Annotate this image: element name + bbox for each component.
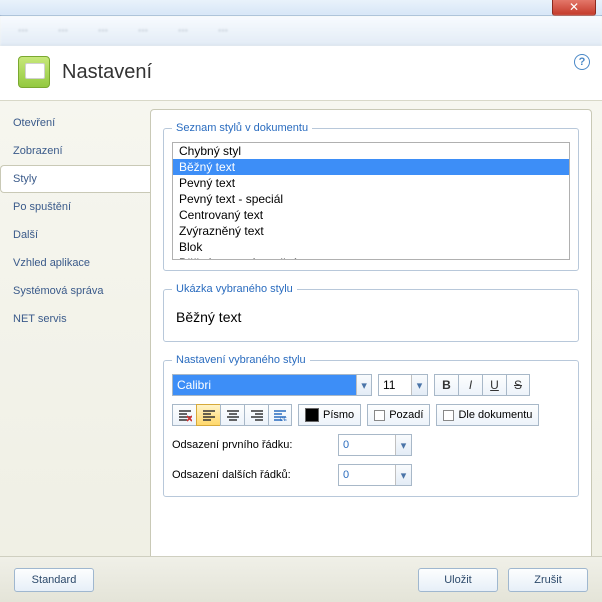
- close-button[interactable]: ✕: [552, 0, 596, 16]
- styles-list-fieldset: Seznam stylů v dokumentu Chybný styl Běž…: [163, 122, 579, 271]
- align-right-button[interactable]: [244, 404, 268, 426]
- svg-text:DEF: DEF: [280, 417, 287, 422]
- indent-first-label: Odsazení prvního řádku:: [172, 439, 332, 451]
- indent-other-value: 0: [339, 469, 395, 481]
- underline-button[interactable]: U: [482, 374, 506, 396]
- save-button[interactable]: Uložit: [418, 568, 498, 592]
- align-center-icon: [226, 408, 240, 422]
- indent-other-label: Odsazení dalších řádků:: [172, 469, 332, 481]
- strike-button[interactable]: S: [506, 374, 530, 396]
- style-preview-fieldset: Ukázka vybraného stylu Běžný text: [163, 283, 579, 342]
- sidebar-item-systemova[interactable]: Systémová správa: [0, 277, 151, 305]
- dialog-header: Nastavení ?: [0, 46, 602, 101]
- align-default-icon: DEF: [273, 408, 287, 422]
- help-icon[interactable]: ?: [574, 54, 590, 70]
- styles-listbox[interactable]: Chybný styl Běžný text Pevný text Pevný …: [172, 142, 570, 260]
- indent-first-spinner[interactable]: 0 ▾: [338, 434, 412, 456]
- style-row[interactable]: Zvýrazněný text: [173, 223, 569, 239]
- standard-button[interactable]: Standard: [14, 568, 94, 592]
- align-leftx-button[interactable]: [172, 404, 196, 426]
- dialog-footer: Standard Uložit Zrušit: [0, 556, 602, 602]
- indent-other-spinner[interactable]: 0 ▾: [338, 464, 412, 486]
- bg-color-button[interactable]: Pozadí: [367, 404, 430, 426]
- sidebar-item-net[interactable]: NET servis: [0, 305, 151, 333]
- font-name-combo[interactable]: ▾: [172, 374, 372, 396]
- font-size-combo[interactable]: 11 ▾: [378, 374, 428, 396]
- text-color-button[interactable]: Písmo: [298, 404, 361, 426]
- window-titlebar: ✕: [0, 0, 602, 16]
- dialog-title: Nastavení: [62, 61, 152, 84]
- checkbox-icon: [374, 410, 385, 421]
- sidebar-item-po-spusteni[interactable]: Po spuštění: [0, 193, 151, 221]
- background-toolbar: ··················: [0, 16, 602, 46]
- sidebar-item-otevreni[interactable]: Otevření: [0, 109, 151, 137]
- align-left-cancel-icon: [178, 408, 192, 422]
- align-right-icon: [250, 408, 264, 422]
- styles-list-legend: Seznam stylů v dokumentu: [172, 122, 312, 134]
- style-settings-legend: Nastavení vybraného stylu: [172, 354, 310, 366]
- bg-color-label: Pozadí: [389, 409, 423, 421]
- chevron-down-icon[interactable]: ▾: [356, 375, 371, 395]
- dle-dokumentu-button[interactable]: Dle dokumentu: [436, 404, 539, 426]
- chevron-down-icon[interactable]: ▾: [395, 465, 411, 485]
- settings-icon: [18, 56, 50, 88]
- align-group: DEF: [172, 404, 292, 426]
- style-row[interactable]: Běžný text: [173, 159, 569, 175]
- settings-sidebar: Otevření Zobrazení Styly Po spuštění Dal…: [0, 101, 150, 591]
- style-preview-legend: Ukázka vybraného stylu: [172, 283, 297, 295]
- align-center-button[interactable]: [220, 404, 244, 426]
- chevron-down-icon[interactable]: ▾: [411, 375, 427, 395]
- style-row[interactable]: Blok: [173, 239, 569, 255]
- style-row[interactable]: Běžný text zvýraznění: [173, 255, 569, 260]
- style-settings-fieldset: Nastavení vybraného stylu ▾ 11 ▾ B I U S: [163, 354, 579, 497]
- dle-dokumentu-label: Dle dokumentu: [458, 409, 532, 421]
- font-name-input[interactable]: [173, 375, 356, 395]
- italic-button[interactable]: I: [458, 374, 482, 396]
- chevron-down-icon[interactable]: ▾: [395, 435, 411, 455]
- sidebar-item-zobrazeni[interactable]: Zobrazení: [0, 137, 151, 165]
- font-size-value: 11: [379, 378, 411, 392]
- sidebar-item-vzhled[interactable]: Vzhled aplikace: [0, 249, 151, 277]
- settings-content: Seznam stylů v dokumentu Chybný styl Běž…: [150, 109, 592, 583]
- style-row[interactable]: Pevný text - speciál: [173, 191, 569, 207]
- style-row[interactable]: Pevný text: [173, 175, 569, 191]
- sidebar-item-dalsi[interactable]: Další: [0, 221, 151, 249]
- sidebar-item-styly[interactable]: Styly: [0, 165, 151, 193]
- checkbox-icon: [443, 410, 454, 421]
- color-swatch-icon: [305, 408, 319, 422]
- cancel-button[interactable]: Zrušit: [508, 568, 588, 592]
- text-color-label: Písmo: [323, 409, 354, 421]
- indent-first-value: 0: [339, 439, 395, 451]
- align-left-icon: [202, 408, 216, 422]
- style-preview-text: Běžný text: [172, 303, 570, 331]
- style-row[interactable]: Chybný styl: [173, 143, 569, 159]
- align-default-button[interactable]: DEF: [268, 404, 292, 426]
- style-row[interactable]: Centrovaný text: [173, 207, 569, 223]
- font-style-group: B I U S: [434, 374, 530, 396]
- bold-button[interactable]: B: [434, 374, 458, 396]
- align-left-button[interactable]: [196, 404, 220, 426]
